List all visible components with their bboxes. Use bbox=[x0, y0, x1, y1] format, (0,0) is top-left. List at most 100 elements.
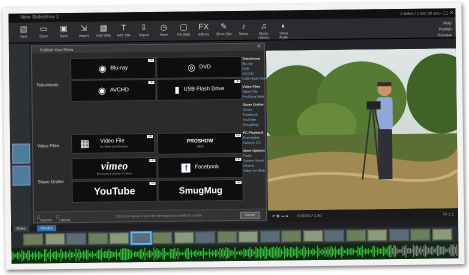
hd-badge: HD bbox=[235, 133, 242, 137]
timeline-slide-thumbnail[interactable] bbox=[431, 228, 452, 241]
timeline-slide-thumbnail[interactable] bbox=[345, 229, 366, 242]
toolbar-audio-button[interactable]: ◐ Show Audio bbox=[275, 21, 293, 39]
toolbar-label: Fill Slide bbox=[177, 32, 191, 37]
toolbar-music-button[interactable]: ♪ Music bbox=[235, 22, 253, 36]
library-icon: ♫ bbox=[260, 21, 267, 31]
toolbar-label: Save bbox=[59, 34, 68, 39]
app-window: New Slideshow 2 1 slides / 1 min 30 sec … bbox=[8, 8, 459, 264]
toolbar-label: Import bbox=[138, 33, 149, 38]
smugmug-logo: SmugMug bbox=[178, 185, 223, 196]
dialog-title: Publish Your Show bbox=[31, 43, 264, 54]
slide-thumbnail[interactable] bbox=[12, 165, 31, 186]
preview-photo bbox=[265, 48, 458, 211]
cancel-button[interactable]: Cancel bbox=[239, 211, 261, 219]
hd-badge: HD bbox=[148, 58, 155, 63]
youtube-logo: YouTube bbox=[93, 185, 136, 198]
toolbar-save-button[interactable]: ▣ Save bbox=[55, 24, 73, 38]
toolbar-import2-button[interactable]: ⇩ Import bbox=[135, 23, 153, 37]
timeline-slide-thumbnail[interactable] bbox=[410, 228, 431, 241]
dvd-button[interactable]: ◎ DVD bbox=[156, 55, 243, 79]
toolbar-fx-button[interactable]: FX Effects bbox=[195, 22, 213, 36]
toolbar-folder-button[interactable]: ▭ Open bbox=[35, 24, 53, 38]
toolbar-label: Timer bbox=[159, 32, 169, 37]
timeline-slide-thumbnail[interactable] bbox=[324, 229, 345, 242]
timeline-slide-thumbnail[interactable] bbox=[367, 229, 388, 242]
timeline-slide-thumbnail[interactable] bbox=[109, 232, 130, 245]
close-icon[interactable]: ✕ bbox=[257, 44, 261, 50]
timeline-slide-thumbnail[interactable] bbox=[173, 231, 194, 244]
timeline-slide-thumbnail[interactable] bbox=[216, 230, 237, 244]
timeline-panel: Slides Timeline bbox=[11, 220, 459, 264]
hd-badge: HD bbox=[149, 158, 156, 163]
toolbar-label: New bbox=[20, 34, 28, 39]
vimeo-button[interactable]: vimeo Showcase a Lifetime of Videos HD bbox=[71, 156, 158, 180]
toolbar-options-button[interactable]: ✎ Show Opt bbox=[215, 22, 233, 36]
hd-badge: HD bbox=[149, 181, 156, 186]
video-preview[interactable] bbox=[265, 48, 458, 211]
zoom-label: Fit 1:1 bbox=[442, 211, 454, 217]
options-checkbox[interactable]: ☐ Options bbox=[37, 215, 52, 222]
folder-icon: ▭ bbox=[39, 24, 48, 34]
timeline-slide-thumbnail[interactable] bbox=[259, 230, 280, 243]
save-icon: ▣ bbox=[59, 24, 68, 34]
footer-hint: Click the name or icon for the output yo… bbox=[115, 213, 202, 219]
bluray-disc-icon: ◉ bbox=[98, 63, 107, 74]
timeline-slide-thumbnail[interactable] bbox=[44, 233, 65, 246]
usb-label: USB Flash Drive bbox=[183, 86, 225, 93]
bluray-button[interactable]: ◉ Blu-ray HD bbox=[70, 56, 157, 80]
youtube-button[interactable]: YouTube HD bbox=[71, 179, 158, 203]
add-slide-icon: ▦ bbox=[99, 23, 108, 33]
music-icon: ♪ bbox=[241, 21, 246, 31]
options-icon: ✎ bbox=[220, 22, 228, 32]
timeline-slide-thumbnail[interactable] bbox=[87, 232, 108, 245]
hd-badge: HD bbox=[147, 134, 154, 139]
fill-icon: ▢ bbox=[179, 22, 188, 32]
timeline-slide-thumbnail[interactable] bbox=[238, 230, 259, 243]
timeline-slide-thumbnail[interactable] bbox=[23, 233, 44, 246]
timeline-slide-thumbnail[interactable] bbox=[130, 232, 151, 245]
timeline-slide-thumbnail[interactable] bbox=[302, 229, 323, 243]
play-controls-icon[interactable]: ⏮ ▶ ⏭ ⏹ bbox=[272, 213, 288, 218]
upload-checkbox[interactable]: ☐ Upload bbox=[56, 215, 70, 222]
facebook-button[interactable]: f Facebook HD bbox=[157, 155, 244, 179]
film-icon: ▦ bbox=[80, 138, 90, 150]
smugmug-button[interactable]: SmugMug HD bbox=[157, 178, 244, 202]
avchd-button[interactable]: ◉ AVCHD HD bbox=[70, 78, 157, 102]
toolbar-new-button[interactable]: ▤ New bbox=[15, 24, 33, 39]
toolbar-timer-button[interactable]: ◷ Timer bbox=[155, 23, 173, 37]
timeline-slide-thumbnail[interactable] bbox=[195, 231, 216, 244]
facebook-label: Facebook bbox=[194, 164, 219, 171]
toolbar-fill-button[interactable]: ▢ Fill Slide bbox=[175, 22, 193, 37]
toolbar-title-button[interactable]: T Add Title bbox=[115, 23, 133, 37]
timer-icon: ◷ bbox=[160, 22, 168, 32]
usb-button[interactable]: ▮ USB Flash Drive HD bbox=[156, 77, 243, 101]
toolbar-label: Effects bbox=[198, 32, 210, 37]
publish-dialog: Publish Your Show ✕ Televisions Video Fi… bbox=[30, 42, 267, 224]
timeline-slide-thumbnail[interactable] bbox=[281, 230, 302, 243]
toolbar-import-button[interactable]: ⇲ Import bbox=[75, 24, 93, 38]
toolbar-add-slide-button[interactable]: ▦ Add Slide bbox=[95, 23, 113, 38]
video-file-button[interactable]: ▦ Video File for Web and Devices HD bbox=[70, 132, 156, 154]
slide-thumbnail[interactable] bbox=[12, 143, 31, 164]
title-icon: T bbox=[121, 23, 127, 33]
toolbar-label: Add Title bbox=[116, 33, 131, 38]
photo-frame: New Slideshow 2 1 slides / 1 min 30 sec … bbox=[2, 2, 465, 270]
hd-badge: HD bbox=[235, 157, 242, 161]
usb-drive-icon: ▮ bbox=[174, 84, 180, 95]
vimeo-logo: vimeo bbox=[100, 160, 128, 173]
toolbar-label: Import bbox=[78, 33, 89, 38]
toolbar-label: Show Audio bbox=[279, 31, 289, 40]
timeline-slide-thumbnail[interactable] bbox=[152, 231, 173, 244]
tab-timeline[interactable]: Timeline bbox=[37, 225, 57, 232]
toolbar-right-actions: Help Publish Preview bbox=[437, 20, 452, 38]
toolbar-label: Show Opt bbox=[216, 32, 232, 37]
timeline-slide-thumbnail[interactable] bbox=[388, 228, 409, 242]
proshow-sublabel: WEB bbox=[196, 144, 204, 149]
timeline-slide-thumbnail[interactable] bbox=[66, 232, 87, 246]
tab-slides[interactable]: Slides bbox=[13, 225, 29, 232]
audio-waveform[interactable] bbox=[11, 242, 459, 264]
left-panel bbox=[8, 43, 32, 226]
proshow-web-button[interactable]: PROSHOW WEB HD bbox=[156, 131, 244, 155]
hd-badge: HD bbox=[148, 80, 155, 85]
toolbar-library-button[interactable]: ♫ Music Library bbox=[255, 22, 273, 40]
